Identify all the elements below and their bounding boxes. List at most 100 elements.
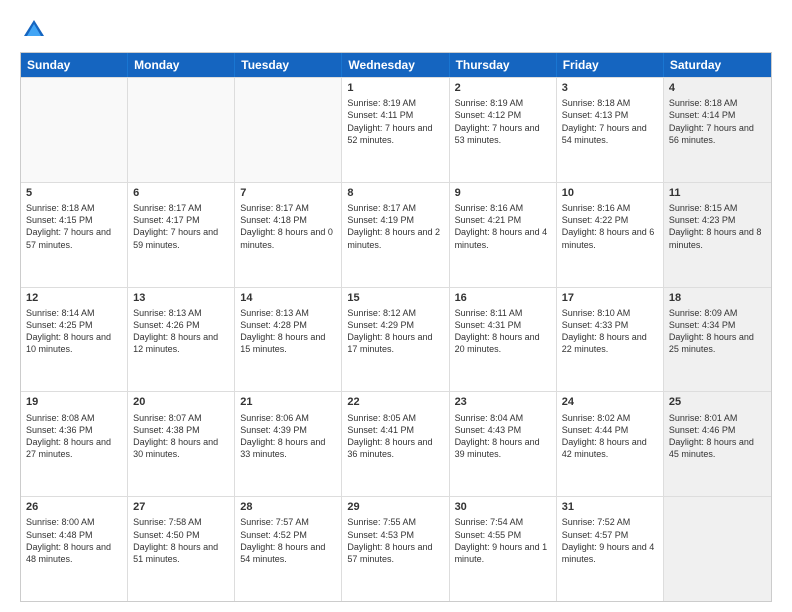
calendar-cell-2-6: 18Sunrise: 8:09 AMSunset: 4:34 PMDayligh…: [664, 288, 771, 392]
calendar-cell-1-1: 6 Sunrise: 8:17 AMSunset: 4:17 PMDaylight…: [128, 183, 235, 287]
calendar-cell-2-0: 12 Sunrise: 8:14 AMSunset: 4:25 PMDayligh…: [21, 288, 128, 392]
cell-info: Sunrise: 8:05 AMSunset: 4:41 PMDaylight:…: [347, 412, 443, 461]
day-number: 21: [240, 395, 336, 409]
day-number: 31: [562, 500, 658, 514]
calendar-cell-3-4: 23 Sunrise: 8:04 AMSunset: 4:43 PMDayligh…: [450, 392, 557, 496]
day-number: 23: [455, 395, 551, 409]
cell-info: Sunrise: 8:19 AMSunset: 4:11 PMDaylight:…: [347, 97, 443, 146]
day-number: 16: [455, 291, 551, 305]
cell-info: Sunrise: 7:57 AMSunset: 4:52 PMDaylight:…: [240, 516, 336, 565]
cell-info: Sunrise: 8:18 AMSunset: 4:13 PMDaylight:…: [562, 97, 658, 146]
header-day-saturday: Saturday: [664, 53, 771, 77]
calendar-cell-3-3: 22 Sunrise: 8:05 AMSunset: 4:41 PMDayligh…: [342, 392, 449, 496]
calendar-cell-1-5: 10 Sunrise: 8:16 AMSunset: 4:22 PMDayligh…: [557, 183, 664, 287]
calendar-cell-0-6: 4 Sunrise: 8:18 AMSunset: 4:14 PMDaylight…: [664, 78, 771, 182]
calendar-cell-4-4: 30 Sunrise: 7:54 AMSunset: 4:55 PMDayligh…: [450, 497, 557, 601]
day-number: 30: [455, 500, 551, 514]
day-number: 6: [133, 186, 229, 200]
calendar-cell-2-5: 17 Sunrise: 8:10 AMSunset: 4:33 PMDayligh…: [557, 288, 664, 392]
day-number: 29: [347, 500, 443, 514]
cell-info: Sunrise: 8:12 AMSunset: 4:29 PMDaylight:…: [347, 307, 443, 356]
calendar: SundayMondayTuesdayWednesdayThursdayFrid…: [20, 52, 772, 602]
calendar-cell-4-0: 26 Sunrise: 8:00 AMSunset: 4:48 PMDayligh…: [21, 497, 128, 601]
day-number: 20: [133, 395, 229, 409]
calendar-cell-4-3: 29Sunrise: 7:55 AMSunset: 4:53 PMDayligh…: [342, 497, 449, 601]
day-number: 22: [347, 395, 443, 409]
calendar-cell-3-5: 24 Sunrise: 8:02 AMSunset: 4:44 PMDayligh…: [557, 392, 664, 496]
calendar-cell-3-0: 19 Sunrise: 8:08 AMSunset: 4:36 PMDayligh…: [21, 392, 128, 496]
calendar-cell-0-3: 1 Sunrise: 8:19 AMSunset: 4:11 PMDaylight…: [342, 78, 449, 182]
day-number: 1: [347, 81, 443, 95]
cell-info: Sunrise: 8:15 AMSunset: 4:23 PMDaylight:…: [669, 202, 766, 251]
day-number: 24: [562, 395, 658, 409]
cell-info: Sunrise: 8:11 AMSunset: 4:31 PMDaylight:…: [455, 307, 551, 356]
day-number: 19: [26, 395, 122, 409]
day-number: 15: [347, 291, 443, 305]
cell-info: Sunrise: 8:08 AMSunset: 4:36 PMDaylight:…: [26, 412, 122, 461]
header-day-sunday: Sunday: [21, 53, 128, 77]
calendar-header: SundayMondayTuesdayWednesdayThursdayFrid…: [21, 53, 771, 77]
cell-info: Sunrise: 7:58 AMSunset: 4:50 PMDaylight:…: [133, 516, 229, 565]
calendar-cell-0-4: 2Sunrise: 8:19 AMSunset: 4:12 PMDaylight…: [450, 78, 557, 182]
cell-info: Sunrise: 8:18 AMSunset: 4:14 PMDaylight:…: [669, 97, 766, 146]
day-number: 11: [669, 186, 766, 200]
calendar-row-3: 19 Sunrise: 8:08 AMSunset: 4:36 PMDayligh…: [21, 391, 771, 496]
calendar-cell-2-1: 13 Sunrise: 8:13 AMSunset: 4:26 PMDayligh…: [128, 288, 235, 392]
header: [20, 16, 772, 44]
calendar-cell-3-6: 25 Sunrise: 8:01 AMSunset: 4:46 PMDayligh…: [664, 392, 771, 496]
day-number: 25: [669, 395, 766, 409]
calendar-cell-1-2: 7Sunrise: 8:17 AMSunset: 4:18 PMDaylight…: [235, 183, 342, 287]
cell-info: Sunrise: 8:02 AMSunset: 4:44 PMDaylight:…: [562, 412, 658, 461]
logo-icon: [20, 16, 48, 44]
cell-info: Sunrise: 7:54 AMSunset: 4:55 PMDaylight:…: [455, 516, 551, 565]
calendar-cell-3-1: 20 Sunrise: 8:07 AMSunset: 4:38 PMDayligh…: [128, 392, 235, 496]
header-day-tuesday: Tuesday: [235, 53, 342, 77]
day-number: 8: [347, 186, 443, 200]
cell-info: Sunrise: 8:14 AMSunset: 4:25 PMDaylight:…: [26, 307, 122, 356]
calendar-cell-1-4: 9Sunrise: 8:16 AMSunset: 4:21 PMDaylight…: [450, 183, 557, 287]
day-number: 26: [26, 500, 122, 514]
calendar-cell-1-6: 11 Sunrise: 8:15 AMSunset: 4:23 PMDayligh…: [664, 183, 771, 287]
calendar-cell-4-5: 31 Sunrise: 7:52 AMSunset: 4:57 PMDayligh…: [557, 497, 664, 601]
cell-info: Sunrise: 8:00 AMSunset: 4:48 PMDaylight:…: [26, 516, 122, 565]
day-number: 27: [133, 500, 229, 514]
day-number: 28: [240, 500, 336, 514]
calendar-cell-2-4: 16 Sunrise: 8:11 AMSunset: 4:31 PMDayligh…: [450, 288, 557, 392]
calendar-row-0: 1 Sunrise: 8:19 AMSunset: 4:11 PMDaylight…: [21, 77, 771, 182]
day-number: 3: [562, 81, 658, 95]
calendar-cell-1-3: 8Sunrise: 8:17 AMSunset: 4:19 PMDaylight…: [342, 183, 449, 287]
day-number: 10: [562, 186, 658, 200]
calendar-cell-2-3: 15 Sunrise: 8:12 AMSunset: 4:29 PMDayligh…: [342, 288, 449, 392]
cell-info: Sunrise: 8:13 AMSunset: 4:26 PMDaylight:…: [133, 307, 229, 356]
cell-info: Sunrise: 8:16 AMSunset: 4:21 PMDaylight:…: [455, 202, 551, 251]
calendar-cell-4-6: [664, 497, 771, 601]
day-number: 14: [240, 291, 336, 305]
cell-info: Sunrise: 8:17 AMSunset: 4:17 PMDaylight:…: [133, 202, 229, 251]
cell-info: Sunrise: 8:17 AMSunset: 4:18 PMDaylight:…: [240, 202, 336, 251]
day-number: 13: [133, 291, 229, 305]
calendar-row-1: 5Sunrise: 8:18 AMSunset: 4:15 PMDaylight…: [21, 182, 771, 287]
cell-info: Sunrise: 7:52 AMSunset: 4:57 PMDaylight:…: [562, 516, 658, 565]
calendar-cell-3-2: 21 Sunrise: 8:06 AMSunset: 4:39 PMDayligh…: [235, 392, 342, 496]
calendar-cell-4-2: 28 Sunrise: 7:57 AMSunset: 4:52 PMDayligh…: [235, 497, 342, 601]
calendar-body: 1 Sunrise: 8:19 AMSunset: 4:11 PMDaylight…: [21, 77, 771, 601]
logo: [20, 16, 52, 44]
cell-info: Sunrise: 8:07 AMSunset: 4:38 PMDaylight:…: [133, 412, 229, 461]
cell-info: Sunrise: 8:18 AMSunset: 4:15 PMDaylight:…: [26, 202, 122, 251]
day-number: 12: [26, 291, 122, 305]
cell-info: Sunrise: 8:01 AMSunset: 4:46 PMDaylight:…: [669, 412, 766, 461]
calendar-cell-2-2: 14 Sunrise: 8:13 AMSunset: 4:28 PMDayligh…: [235, 288, 342, 392]
cell-info: Sunrise: 8:04 AMSunset: 4:43 PMDaylight:…: [455, 412, 551, 461]
calendar-cell-1-0: 5Sunrise: 8:18 AMSunset: 4:15 PMDaylight…: [21, 183, 128, 287]
day-number: 2: [455, 81, 551, 95]
cell-info: Sunrise: 8:10 AMSunset: 4:33 PMDaylight:…: [562, 307, 658, 356]
cell-info: Sunrise: 8:06 AMSunset: 4:39 PMDaylight:…: [240, 412, 336, 461]
day-number: 4: [669, 81, 766, 95]
day-number: 17: [562, 291, 658, 305]
cell-info: Sunrise: 8:13 AMSunset: 4:28 PMDaylight:…: [240, 307, 336, 356]
header-day-thursday: Thursday: [450, 53, 557, 77]
day-number: 18: [669, 291, 766, 305]
calendar-cell-4-1: 27 Sunrise: 7:58 AMSunset: 4:50 PMDayligh…: [128, 497, 235, 601]
calendar-cell-0-1: [128, 78, 235, 182]
cell-info: Sunrise: 8:16 AMSunset: 4:22 PMDaylight:…: [562, 202, 658, 251]
